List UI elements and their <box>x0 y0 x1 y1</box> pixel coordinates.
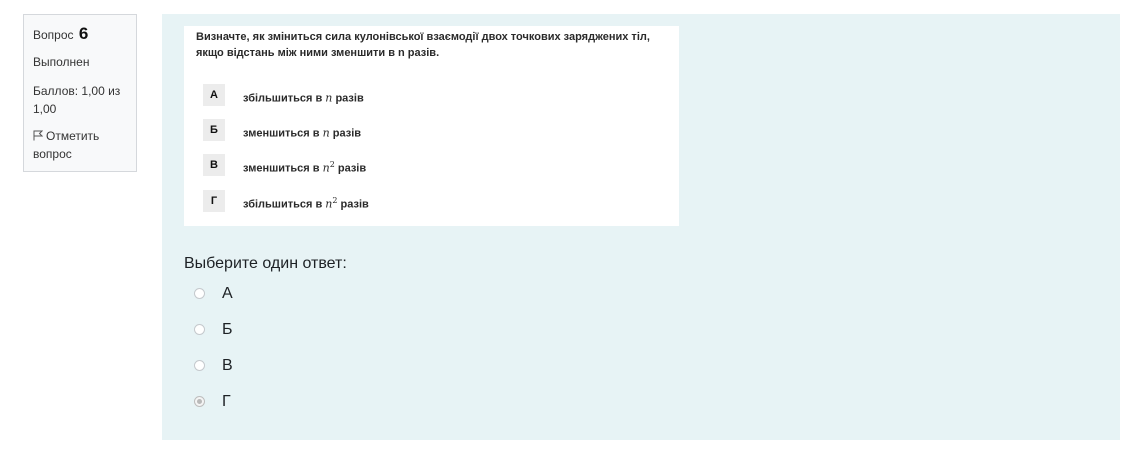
radio-button[interactable] <box>194 324 205 335</box>
flag-icon <box>33 129 46 143</box>
question-number: Вопрос 6 <box>33 25 128 44</box>
question-content: Визначте, як зміниться сила кулонівської… <box>162 14 1120 440</box>
flag-question-link[interactable]: Отметить вопрос <box>33 127 128 163</box>
option-letter: В <box>203 154 225 176</box>
answer-label: В <box>222 357 233 374</box>
question-state: Выполнен <box>33 55 90 69</box>
answer-label: А <box>222 285 233 302</box>
question-grade: Баллов: 1,00 из 1,00 <box>33 84 121 116</box>
option-text: зменшиться в n разів <box>243 126 362 140</box>
option-text: збільшиться в n2 разів <box>243 196 369 211</box>
question-info-panel: Вопрос 6 Выполнен Баллов: 1,00 из 1,00 О… <box>23 14 137 172</box>
question-label: Вопрос <box>33 28 74 42</box>
question-image: Визначте, як зміниться сила кулонівської… <box>184 26 679 226</box>
question-number-value: 6 <box>78 24 89 43</box>
option-text: зменшиться в n2 разів <box>243 160 367 175</box>
question-text: Визначте, як зміниться сила кулонівської… <box>196 31 650 59</box>
option-letter: Г <box>203 190 225 212</box>
answer-label: Г <box>222 393 231 410</box>
option-letter: Б <box>203 119 225 141</box>
option-letter: А <box>203 84 225 106</box>
option-text: збільшиться в n разів <box>243 91 364 105</box>
answer-label: Б <box>222 321 233 338</box>
radio-button-checked[interactable] <box>194 396 205 407</box>
radio-button[interactable] <box>194 288 205 299</box>
radio-button[interactable] <box>194 360 205 371</box>
answer-prompt: Выберите один ответ: <box>184 255 347 272</box>
